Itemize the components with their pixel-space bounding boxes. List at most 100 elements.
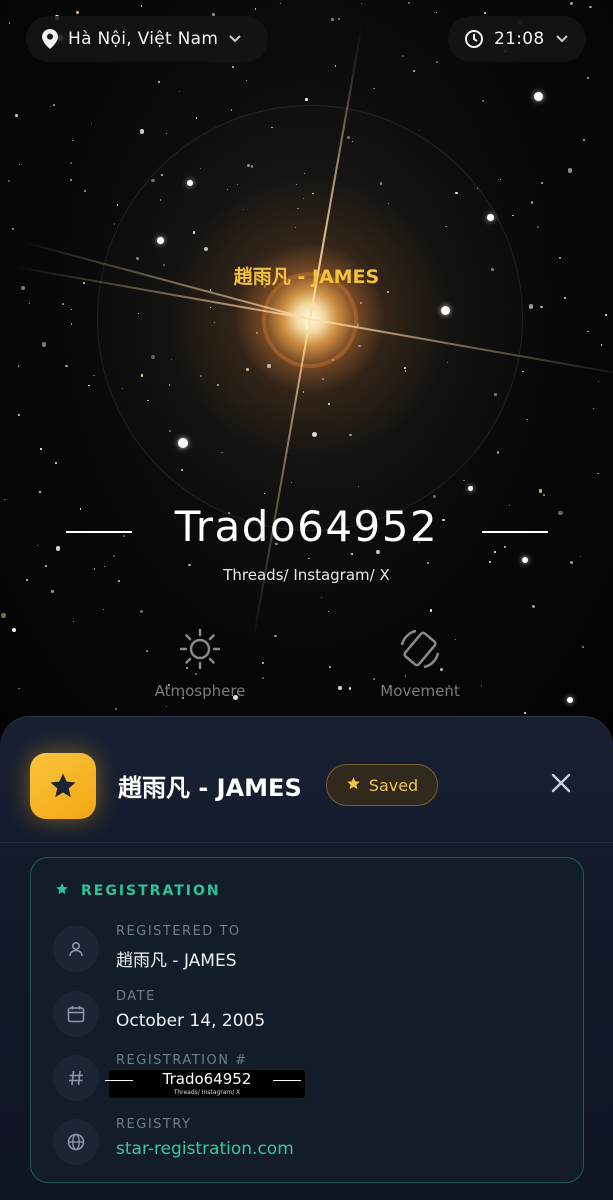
background-star [597, 472, 599, 474]
background-star [564, 296, 567, 299]
background-star [93, 374, 95, 377]
background-star [8, 180, 11, 183]
background-star [255, 8, 257, 10]
decor-line-right [273, 1080, 301, 1081]
background-star [444, 225, 447, 228]
atmosphere-toggle[interactable]: Atmosphere [125, 624, 275, 700]
background-star [4, 498, 6, 501]
background-star [83, 189, 86, 192]
background-star [334, 65, 336, 67]
registry-link[interactable]: star-registration.com [116, 1139, 294, 1159]
background-star [600, 344, 603, 346]
background-star [529, 304, 534, 309]
registered-to-row: REGISTERED TO 趙雨凡 - JAMES [53, 924, 553, 980]
background-star [165, 706, 168, 708]
background-star [72, 139, 74, 141]
background-star [161, 173, 163, 176]
registration-card: REGISTRATION REGISTERED TO 趙雨凡 - JAMES D… [30, 857, 584, 1183]
background-star [178, 90, 181, 93]
background-star [151, 354, 156, 359]
background-star [604, 313, 607, 316]
background-star [372, 87, 375, 90]
bright-star [178, 438, 188, 448]
background-star [41, 342, 47, 347]
location-selector[interactable]: Hà Nội, Việt Nam [26, 16, 268, 62]
background-star [250, 165, 254, 168]
background-star [1, 613, 6, 618]
background-star [412, 70, 415, 72]
background-star [531, 201, 534, 204]
hash-icon [53, 1055, 99, 1101]
background-star [114, 708, 117, 711]
background-star [242, 208, 244, 210]
background-star [540, 305, 543, 309]
location-pin-icon [42, 29, 58, 49]
rotate-device-icon [345, 624, 495, 674]
background-star [18, 688, 20, 690]
background-star [90, 123, 92, 125]
background-star [199, 375, 202, 378]
background-star [70, 309, 73, 311]
background-star [139, 128, 145, 134]
atmosphere-label: Atmosphere [154, 682, 246, 700]
panel-title: 趙雨凡 - JAMES [118, 774, 302, 802]
bright-star [440, 305, 450, 315]
background-star [170, 358, 172, 360]
calendar-icon [53, 991, 99, 1037]
registered-to-value: 趙雨凡 - JAMES [116, 951, 237, 971]
background-star [526, 418, 528, 421]
time-selector[interactable]: 21:08 [448, 16, 586, 62]
background-star [12, 628, 16, 633]
sky-view: Hà Nội, Việt Nam 21:08 趙雨凡 - JAMES Trado… [0, 0, 613, 740]
background-star [140, 610, 143, 613]
background-star [203, 246, 208, 251]
background-star [329, 665, 331, 668]
star-detail-sheet: 趙雨凡 - JAMES Saved REGISTRATION REGISTERE… [0, 716, 613, 1200]
background-star [8, 21, 11, 24]
background-star [305, 98, 308, 101]
background-star [267, 364, 271, 368]
bright-star [533, 91, 543, 101]
location-text: Hà Nội, Việt Nam [68, 29, 219, 49]
background-star [494, 392, 497, 396]
background-star [29, 303, 31, 305]
star-subline: Threads/ Instagram/ X [223, 566, 390, 584]
background-star [70, 161, 73, 164]
background-star [231, 66, 234, 69]
background-star [358, 344, 361, 348]
movement-toggle[interactable]: Movement [345, 624, 495, 700]
background-star [538, 489, 542, 493]
background-star [65, 364, 68, 368]
background-star [157, 80, 161, 83]
bright-star [486, 213, 494, 221]
movement-label: Movement [380, 682, 460, 700]
close-button[interactable] [545, 769, 577, 801]
date-row: DATE October 14, 2005 [53, 989, 553, 1045]
background-star [567, 168, 573, 173]
registry-row: REGISTRY star-registration.com [53, 1117, 553, 1173]
background-star [216, 383, 219, 386]
registration-number-row: REGISTRATION # Trado64952 Threads/ Insta… [53, 1053, 553, 1109]
star-label[interactable]: 趙雨凡 - JAMES [0, 262, 613, 289]
saved-button[interactable]: Saved [326, 764, 438, 806]
background-star [72, 621, 75, 623]
background-star [522, 371, 524, 373]
background-star [17, 365, 20, 367]
registration-header: REGISTRATION [55, 882, 221, 900]
background-star [436, 61, 438, 63]
background-star [271, 126, 273, 129]
background-star [11, 227, 15, 231]
date-value: October 14, 2005 [116, 1011, 266, 1031]
background-star [500, 178, 502, 180]
background-star [543, 493, 546, 496]
background-star [279, 2, 282, 5]
bright-star [156, 236, 164, 244]
background-star [426, 562, 429, 564]
star-icon [346, 776, 361, 795]
panel-divider [0, 842, 613, 843]
background-star [558, 257, 561, 260]
background-star [512, 214, 514, 217]
background-star [51, 590, 54, 593]
close-icon [550, 772, 572, 798]
background-star [54, 461, 58, 465]
